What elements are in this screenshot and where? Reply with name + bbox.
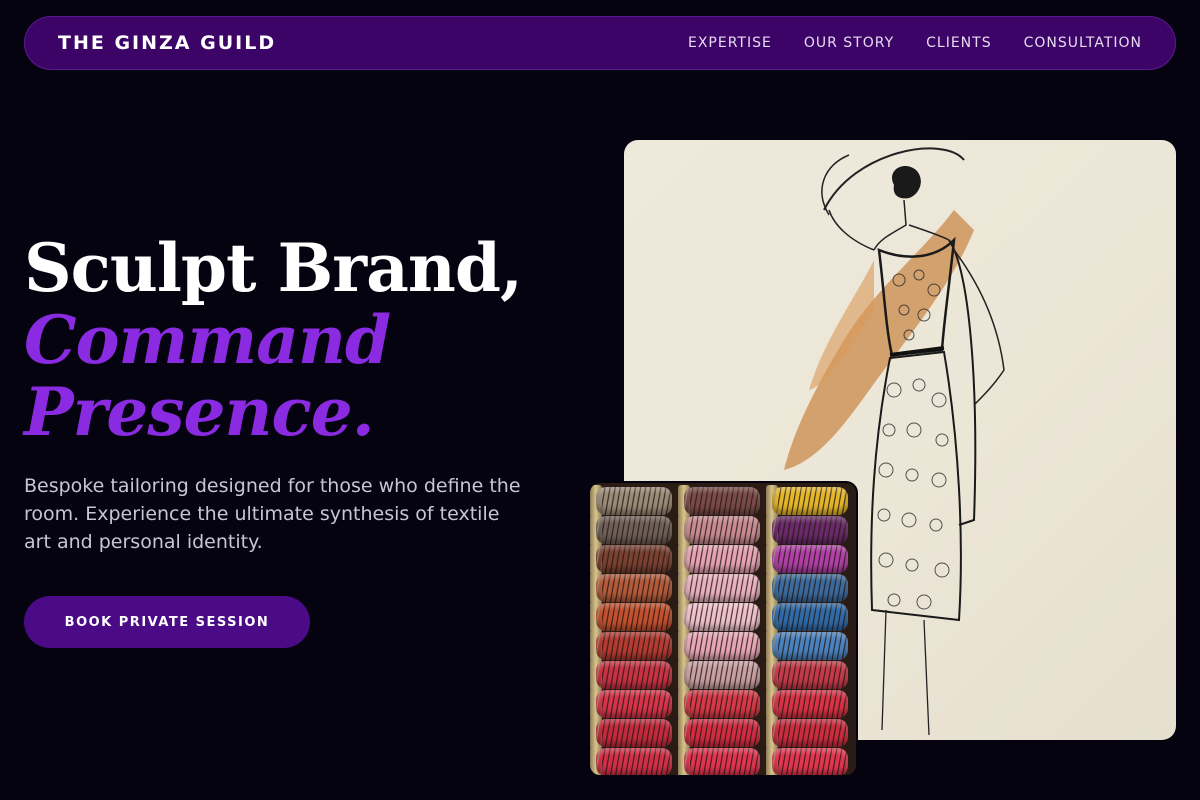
thread-spool: [772, 748, 848, 775]
hero-description: Bespoke tailoring designed for those who…: [24, 475, 521, 553]
thread-column-1: [590, 483, 676, 775]
thread-spool: [596, 516, 672, 544]
book-private-session-button[interactable]: BOOK PRIVATE SESSION: [24, 596, 310, 648]
thread-spool: [772, 719, 848, 747]
nav-link-our-story[interactable]: OUR STORY: [804, 35, 894, 51]
thread-spool: [596, 661, 672, 689]
thread-spool: [684, 719, 760, 747]
thread-spool: [772, 661, 848, 689]
thread-spool: [772, 487, 848, 515]
nav-link-clients[interactable]: CLIENTS: [926, 35, 991, 51]
thread-spool: [596, 603, 672, 631]
thread-spool: [772, 632, 848, 660]
nav-links: EXPERTISE OUR STORY CLIENTS CONSULTATION: [688, 35, 1142, 51]
thread-spool: [772, 690, 848, 718]
nav-link-consultation[interactable]: CONSULTATION: [1024, 35, 1142, 51]
hero-title-line3: Presence.: [24, 373, 375, 451]
thread-spool: [684, 661, 760, 689]
thread-spool: [684, 748, 760, 775]
thread-spool: [684, 487, 760, 515]
thread-spool: [772, 574, 848, 602]
hero-title-line1: Sculpt Brand,: [24, 229, 523, 307]
thread-spool: [596, 632, 672, 660]
thread-spool: [684, 516, 760, 544]
thread-spool: [596, 545, 672, 573]
thread-spool: [772, 545, 848, 573]
hero-title-line2: Command: [24, 301, 391, 379]
thread-column-3: [766, 483, 852, 775]
thread-spool: [596, 719, 672, 747]
thread-spool: [684, 545, 760, 573]
thread-column-2: [678, 483, 764, 775]
thread-spool: [684, 603, 760, 631]
thread-spool: [596, 487, 672, 515]
thread-spool: [596, 690, 672, 718]
thread-spool: [596, 748, 672, 775]
thread-spool: [684, 574, 760, 602]
thread-spool: [772, 516, 848, 544]
thread-spool: [684, 690, 760, 718]
thread-spools-image: [588, 481, 858, 777]
thread-spool: [684, 632, 760, 660]
nav-link-expertise[interactable]: EXPERTISE: [688, 35, 772, 51]
hero-title: Sculpt Brand, Command Presence.: [24, 232, 584, 448]
thread-spool: [772, 603, 848, 631]
brand-logo[interactable]: THE GINZA GUILD: [58, 32, 276, 54]
top-navigation-bar: THE GINZA GUILD EXPERTISE OUR STORY CLIE…: [24, 16, 1176, 70]
thread-spool: [596, 574, 672, 602]
